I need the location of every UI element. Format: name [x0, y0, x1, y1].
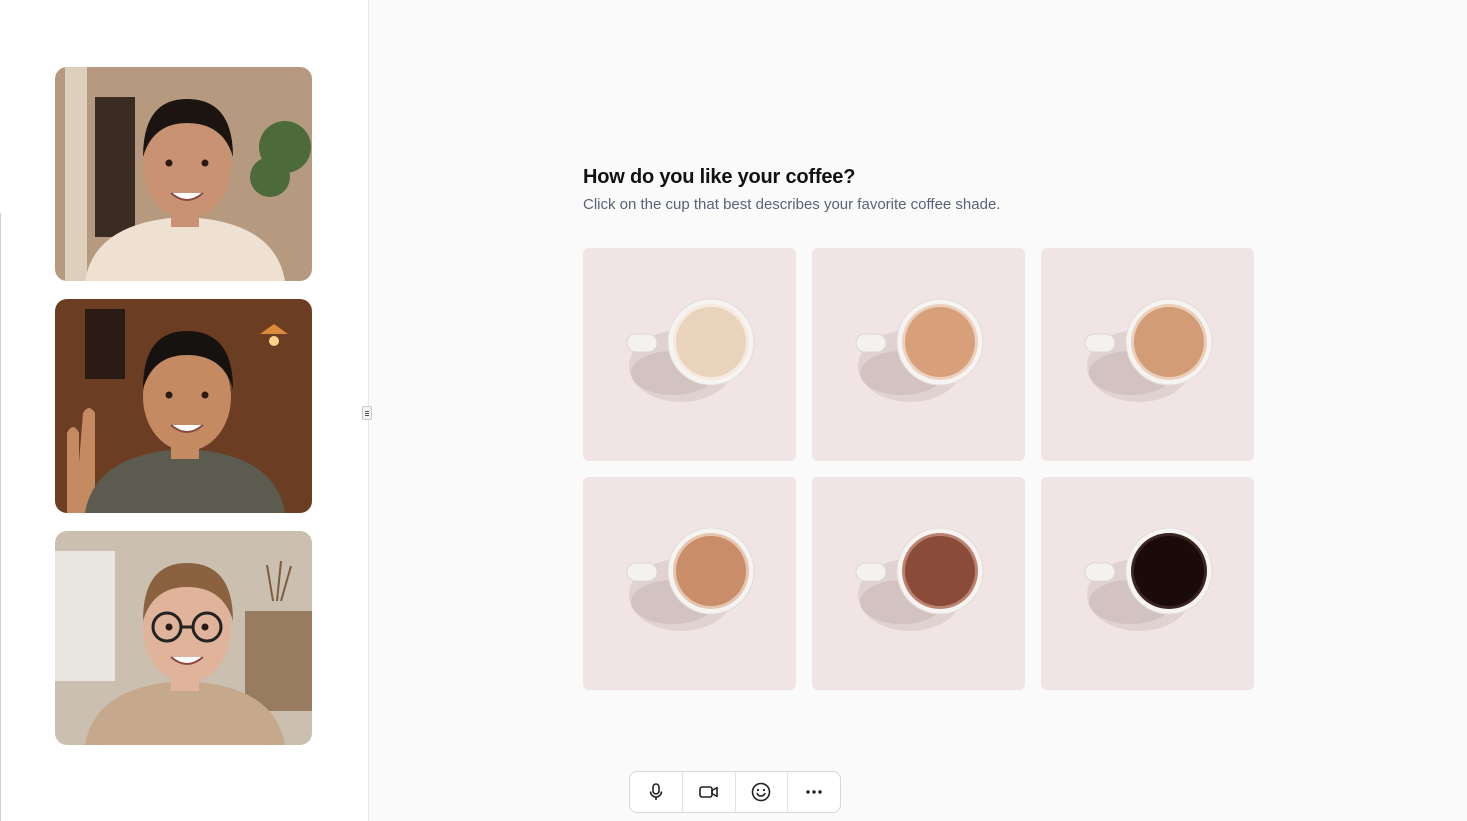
participant-video-feed — [55, 531, 312, 745]
question-title: How do you like your coffee? — [583, 166, 856, 188]
coffee-cup-image — [855, 298, 984, 402]
participant-video-2[interactable] — [55, 299, 312, 513]
participant-video-feed — [55, 299, 312, 513]
participant-video-3[interactable] — [55, 531, 312, 745]
call-controls-toolbar — [629, 771, 841, 813]
coffee-options-grid — [583, 248, 1254, 690]
coffee-cup-image — [1084, 527, 1213, 631]
coffee-cup-image — [626, 527, 755, 631]
participant-video-feed — [55, 67, 312, 281]
question-subtitle: Click on the cup that best describes you… — [583, 196, 1001, 213]
coffee-cup-image — [1084, 298, 1213, 402]
reactions-button[interactable] — [736, 772, 789, 812]
coffee-option-3[interactable] — [1041, 248, 1254, 461]
more-options-button[interactable] — [788, 772, 840, 812]
participant-video-1[interactable] — [55, 67, 312, 281]
participants-sidebar — [0, 0, 369, 821]
more-icon — [806, 790, 822, 794]
microphone-icon — [649, 783, 663, 800]
emoji-icon — [752, 782, 771, 802]
coffee-option-6[interactable] — [1041, 477, 1254, 690]
camera-icon — [698, 786, 718, 798]
coffee-option-2[interactable] — [812, 248, 1025, 461]
coffee-cup-image — [855, 527, 984, 631]
coffee-option-4[interactable] — [583, 477, 796, 690]
camera-button[interactable] — [683, 772, 736, 812]
resize-handle[interactable] — [362, 406, 372, 420]
coffee-cup-image — [626, 298, 755, 402]
sidebar-divider — [0, 213, 1, 821]
mute-button[interactable] — [630, 772, 683, 812]
coffee-option-1[interactable] — [583, 248, 796, 461]
coffee-option-5[interactable] — [812, 477, 1025, 690]
